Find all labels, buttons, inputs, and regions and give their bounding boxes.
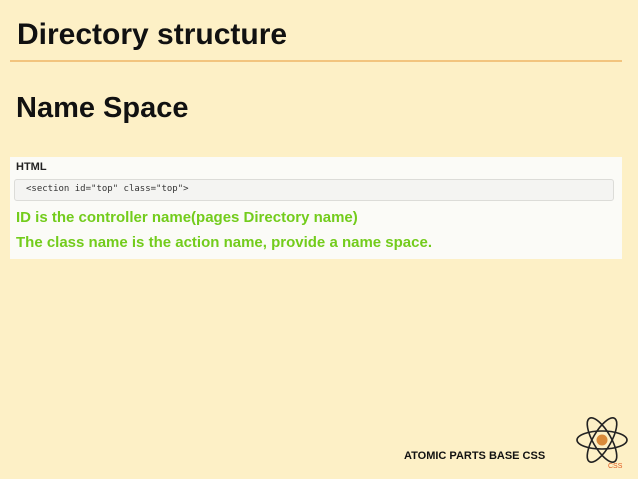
section-heading: Name Space [16,92,189,124]
title-divider [10,60,622,62]
code-screenshot: HTML <section id="top" class="top"> ID i… [10,157,622,259]
code-label: HTML [16,161,47,173]
footer-label: ATOMIC PARTS BASE CSS [404,450,546,462]
slide-title: Directory structure [17,18,288,51]
code-text: <section id="top" class="top"> [26,184,189,194]
explanation-line-2: The class name is the action name, provi… [16,234,433,251]
logo-text: CSS [608,463,623,470]
atom-icon: CSS [576,417,628,470]
explanation-line-1: ID is the controller name(pages Director… [16,209,358,226]
code-block: <section id="top" class="top"> [14,179,614,201]
